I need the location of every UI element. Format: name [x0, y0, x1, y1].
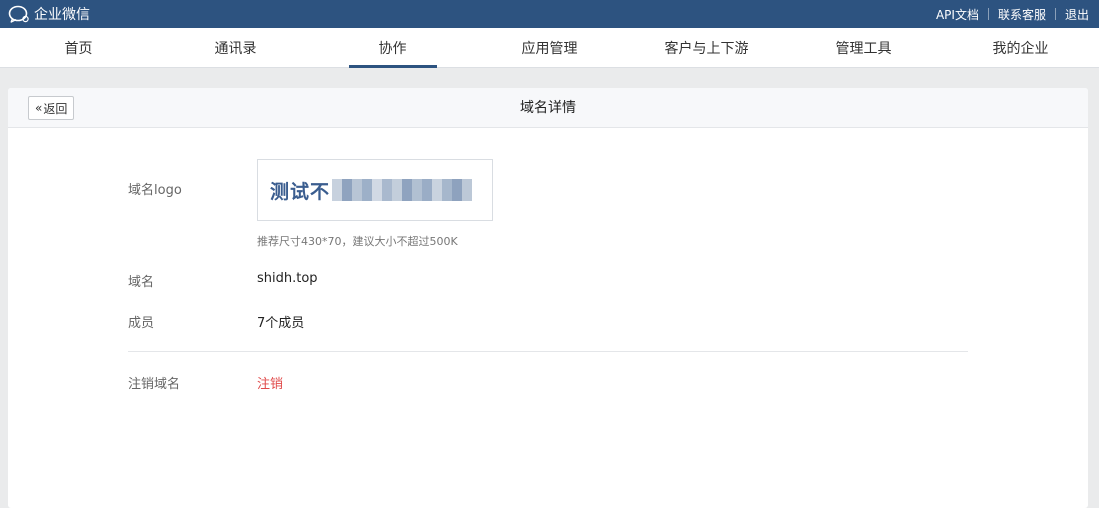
members-value: 7个成员 [257, 316, 305, 331]
link-divider [1054, 8, 1056, 20]
card-header: 域名详情 « 返回 [8, 88, 1088, 128]
top-links: API文档 联系客服 退出 [936, 6, 1089, 23]
domain-detail-card: 域名详情 « 返回 域名logo 测试不 推荐尺寸430*70，建议大小不超过5… [8, 88, 1088, 508]
brand-name: 企业微信 [34, 7, 90, 23]
nav-collaboration[interactable]: 协作 [314, 28, 471, 68]
nav-home[interactable]: 首页 [0, 28, 157, 67]
nav-contacts[interactable]: 通讯录 [157, 28, 314, 67]
nav-customers-upstream[interactable]: 客户与上下游 [628, 28, 785, 67]
main-nav: 首页 通讯录 协作 应用管理 客户与上下游 管理工具 我的企业 [0, 28, 1099, 68]
contact-support-link[interactable]: 联系客服 [998, 6, 1046, 23]
logo-size-hint: 推荐尺寸430*70，建议大小不超过500K [257, 235, 458, 248]
back-button[interactable]: « 返回 [28, 96, 75, 120]
cancel-domain-label: 注销域名 [128, 377, 181, 392]
logo-label: 域名logo [128, 183, 182, 198]
brand[interactable]: 企业微信 [8, 4, 90, 24]
link-divider [987, 8, 989, 20]
chat-bubble-icon [8, 5, 30, 23]
page-title: 域名详情 [520, 100, 576, 116]
domain-value: shidh.top [257, 271, 318, 286]
section-divider [128, 351, 968, 352]
double-chevron-left-icon: « [35, 101, 43, 115]
nav-management-tools[interactable]: 管理工具 [785, 28, 942, 67]
domain-logo: 测试不 [257, 159, 493, 221]
back-button-label: 返回 [43, 101, 68, 116]
cancel-domain-link[interactable]: 注销 [257, 373, 283, 392]
logout-link[interactable]: 退出 [1065, 6, 1089, 23]
logo-mosaic [332, 179, 473, 201]
top-bar: 企业微信 API文档 联系客服 退出 [0, 0, 1099, 28]
members-label: 成员 [128, 316, 155, 331]
logo-text: 测试不 [270, 180, 331, 203]
domain-label: 域名 [128, 275, 155, 290]
nav-app-management[interactable]: 应用管理 [471, 28, 628, 67]
nav-my-enterprise[interactable]: 我的企业 [942, 28, 1099, 67]
api-docs-link[interactable]: API文档 [936, 6, 979, 23]
